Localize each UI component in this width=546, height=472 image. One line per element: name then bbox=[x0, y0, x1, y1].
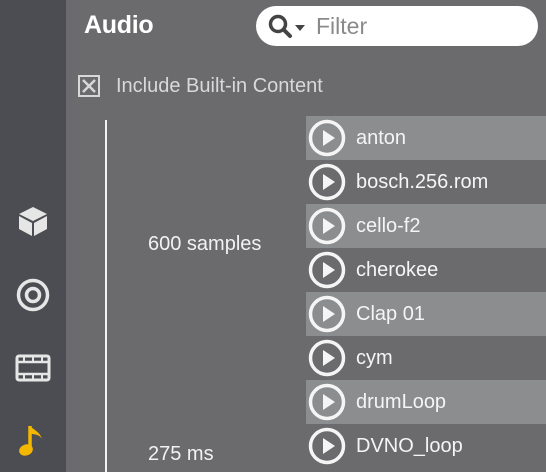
play-icon[interactable] bbox=[308, 163, 346, 201]
divider-line bbox=[105, 120, 107, 472]
list-item[interactable]: bosch.256.rom bbox=[306, 160, 546, 204]
app-window: Audio Include Built-in Content 600 sampl… bbox=[0, 0, 546, 472]
list-item[interactable]: DVNO_loop bbox=[306, 424, 546, 468]
sidebar-item-sounds[interactable] bbox=[13, 275, 53, 315]
list-item[interactable]: cello-f2 bbox=[306, 204, 546, 248]
target-icon bbox=[16, 278, 50, 312]
list-item-label: bosch.256.rom bbox=[356, 170, 489, 193]
include-builtin-option[interactable]: Include Built-in Content bbox=[78, 72, 323, 100]
play-icon[interactable] bbox=[308, 207, 346, 245]
film-icon bbox=[15, 354, 51, 382]
include-builtin-checkbox[interactable] bbox=[78, 75, 100, 97]
play-icon[interactable] bbox=[308, 119, 346, 157]
check-x-icon bbox=[82, 79, 96, 93]
list-item[interactable]: cym bbox=[306, 336, 546, 380]
play-icon[interactable] bbox=[308, 251, 346, 289]
sidebar-item-audio[interactable] bbox=[13, 421, 53, 461]
include-builtin-label: Include Built-in Content bbox=[116, 74, 323, 97]
list-item-label: drumLoop bbox=[356, 390, 447, 413]
filter-input[interactable] bbox=[316, 6, 526, 46]
list-item[interactable]: anton bbox=[306, 116, 546, 160]
search-icon[interactable] bbox=[268, 14, 310, 38]
sidebar bbox=[0, 0, 66, 472]
page-title: Audio bbox=[84, 11, 154, 39]
list-item[interactable]: Clap 01 bbox=[306, 292, 546, 336]
list-item-label: cym bbox=[356, 346, 393, 369]
list-item-label: Clap 01 bbox=[356, 302, 425, 325]
sidebar-item-video[interactable] bbox=[13, 348, 53, 388]
list-item-label: DVNO_loop bbox=[356, 434, 463, 457]
duration-value: 275 ms bbox=[148, 443, 214, 465]
music-note-icon bbox=[19, 426, 42, 456]
list-item-label: cello-f2 bbox=[356, 214, 421, 237]
play-icon[interactable] bbox=[308, 339, 346, 377]
play-icon[interactable] bbox=[308, 295, 346, 333]
list-item-label: anton bbox=[356, 126, 407, 149]
audio-list: anton bosch.256.rom cello-f2 cherokee Cl… bbox=[306, 116, 546, 468]
filter-box[interactable] bbox=[256, 6, 538, 46]
sample-count: 600 samples bbox=[148, 233, 262, 255]
cube-icon bbox=[19, 207, 47, 236]
list-item-label: cherokee bbox=[356, 258, 439, 281]
main-panel: Audio Include Built-in Content 600 sampl… bbox=[66, 0, 546, 472]
list-item[interactable]: cherokee bbox=[306, 248, 546, 292]
list-item[interactable]: drumLoop bbox=[306, 380, 546, 424]
play-icon[interactable] bbox=[308, 427, 346, 465]
sidebar-item-objects[interactable] bbox=[13, 201, 53, 241]
play-icon[interactable] bbox=[308, 383, 346, 421]
